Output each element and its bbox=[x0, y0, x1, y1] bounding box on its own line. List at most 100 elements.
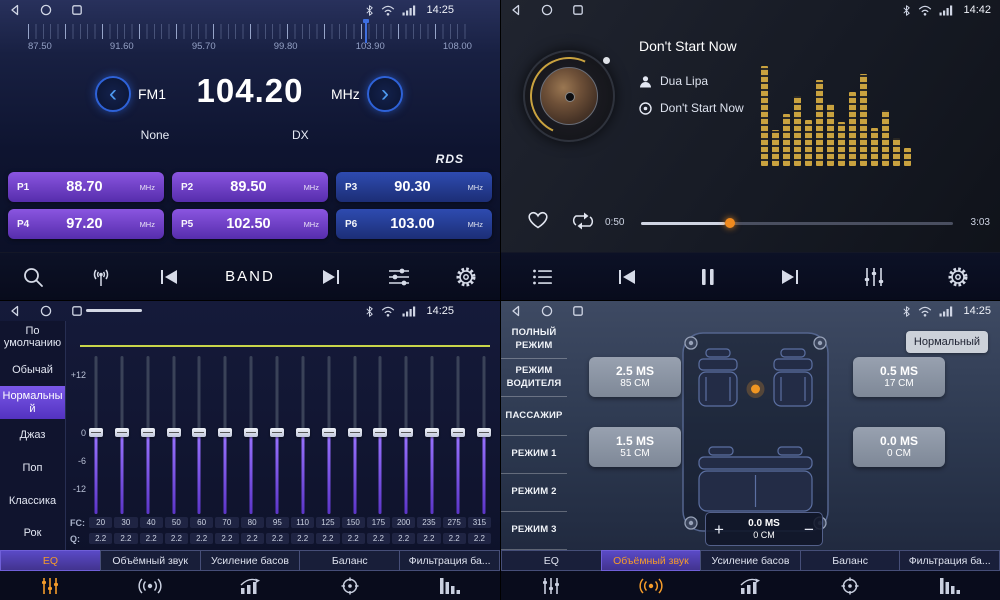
progress-knob[interactable] bbox=[725, 218, 735, 228]
tab-bass-boost[interactable]: Усиление басов bbox=[200, 550, 300, 571]
front-left-delay-button[interactable]: 2.5 MS 85 CM bbox=[589, 357, 681, 397]
eq-preset-item[interactable]: Классика bbox=[0, 485, 65, 518]
tab-eq-icon[interactable] bbox=[501, 571, 601, 600]
eq-preset-item[interactable]: Нормальный bbox=[0, 386, 65, 419]
slider-handle[interactable] bbox=[296, 428, 310, 437]
eq-band-slider[interactable] bbox=[398, 356, 414, 514]
playlist-icon[interactable] bbox=[532, 268, 554, 286]
tab-filter-icon[interactable] bbox=[400, 571, 500, 600]
eq-preset-item[interactable]: По умолчанию bbox=[0, 321, 65, 354]
tab-filter-icon[interactable] bbox=[900, 571, 1000, 600]
tab-balance-icon[interactable] bbox=[300, 571, 400, 600]
preset-p3-button[interactable]: P3 90.30 MHz bbox=[336, 172, 492, 202]
home-icon[interactable] bbox=[541, 305, 553, 317]
tab-filter[interactable]: Фильтрация ба... bbox=[899, 550, 1000, 571]
eq-band-slider[interactable] bbox=[191, 356, 207, 514]
preset-p5-button[interactable]: P5 102.50 MHz bbox=[172, 209, 328, 239]
pause-icon[interactable] bbox=[700, 268, 716, 286]
slider-handle[interactable] bbox=[244, 428, 258, 437]
settings-gear-icon[interactable] bbox=[947, 266, 969, 288]
eq-band-slider[interactable] bbox=[476, 356, 492, 514]
eq-band-slider[interactable] bbox=[88, 356, 104, 514]
eq-band-slider[interactable] bbox=[114, 356, 130, 514]
home-icon[interactable] bbox=[541, 4, 553, 16]
tab-surround-sound[interactable]: Объёмный звук bbox=[100, 550, 200, 571]
recents-icon[interactable] bbox=[572, 305, 584, 317]
slider-handle[interactable] bbox=[167, 428, 181, 437]
preset-p1-button[interactable]: P1 88.70 MHz bbox=[8, 172, 164, 202]
eq-band-slider[interactable] bbox=[424, 356, 440, 514]
scan-icon[interactable] bbox=[22, 266, 44, 288]
eq-band-slider[interactable] bbox=[140, 356, 156, 514]
back-icon[interactable] bbox=[510, 305, 522, 317]
front-right-delay-button[interactable]: 0.5 MS 17 CM bbox=[853, 357, 945, 397]
back-icon[interactable] bbox=[9, 305, 21, 317]
sound-mode-item[interactable]: ПАССАЖИР bbox=[501, 397, 567, 435]
repeat-icon[interactable] bbox=[571, 212, 595, 235]
eq-band-slider[interactable] bbox=[321, 356, 337, 514]
sound-mode-item[interactable]: РЕЖИМ 2 bbox=[501, 474, 567, 512]
tab-eq[interactable]: EQ bbox=[501, 550, 601, 571]
favorite-heart-icon[interactable] bbox=[527, 210, 549, 235]
slider-handle[interactable] bbox=[348, 428, 362, 437]
slider-handle[interactable] bbox=[322, 428, 336, 437]
back-icon[interactable] bbox=[510, 4, 522, 16]
tab-balance-icon[interactable] bbox=[800, 571, 900, 600]
recents-icon[interactable] bbox=[572, 4, 584, 16]
next-station-icon[interactable] bbox=[320, 268, 342, 286]
tab-filter[interactable]: Фильтрация ба... bbox=[399, 550, 500, 571]
slider-handle[interactable] bbox=[141, 428, 155, 437]
slider-handle[interactable] bbox=[373, 428, 387, 437]
eq-band-slider[interactable] bbox=[166, 356, 182, 514]
preset-p6-button[interactable]: P6 103.00 MHz bbox=[336, 209, 492, 239]
settings-gear-icon[interactable] bbox=[455, 266, 477, 288]
recents-icon[interactable] bbox=[71, 4, 83, 16]
eq-preset-item[interactable]: Рок bbox=[0, 517, 65, 550]
slider-handle[interactable] bbox=[425, 428, 439, 437]
tune-up-button[interactable]: › bbox=[367, 76, 403, 112]
tab-surround-sound[interactable]: Объёмный звук bbox=[601, 550, 701, 571]
tab-eq-icon[interactable] bbox=[0, 571, 100, 600]
tab-bass-boost-icon[interactable] bbox=[701, 571, 801, 600]
next-track-icon[interactable] bbox=[779, 268, 801, 286]
eq-preset-item[interactable]: Джаз bbox=[0, 419, 65, 452]
previous-station-icon[interactable] bbox=[158, 268, 180, 286]
field-preset-button[interactable]: Нормальный bbox=[906, 331, 988, 353]
audio-adjust-icon[interactable] bbox=[387, 267, 411, 287]
sound-mode-item[interactable]: ПОЛНЫЙ РЕЖИМ bbox=[501, 321, 567, 359]
slider-handle[interactable] bbox=[192, 428, 206, 437]
previous-track-icon[interactable] bbox=[616, 268, 638, 286]
slider-handle[interactable] bbox=[477, 428, 491, 437]
eq-band-slider[interactable] bbox=[295, 356, 311, 514]
slider-handle[interactable] bbox=[399, 428, 413, 437]
slider-handle[interactable] bbox=[451, 428, 465, 437]
home-icon[interactable] bbox=[40, 4, 52, 16]
slider-handle[interactable] bbox=[89, 428, 103, 437]
eq-band-slider[interactable] bbox=[217, 356, 233, 514]
broadcast-icon[interactable] bbox=[89, 266, 113, 288]
rear-right-delay-button[interactable]: 0.0 MS 0 CM bbox=[853, 427, 945, 467]
tab-eq[interactable]: EQ bbox=[0, 550, 100, 571]
tab-balance[interactable]: Баланс bbox=[299, 550, 399, 571]
tab-balance[interactable]: Баланс bbox=[800, 550, 900, 571]
eq-band-slider[interactable] bbox=[347, 356, 363, 514]
progress-bar[interactable] bbox=[641, 222, 953, 225]
decrease-delay-button[interactable]: − bbox=[796, 520, 822, 539]
tune-down-button[interactable]: ‹ bbox=[95, 76, 131, 112]
eq-band-slider[interactable] bbox=[243, 356, 259, 514]
eq-band-slider[interactable] bbox=[269, 356, 285, 514]
tab-bass-boost[interactable]: Усиление басов bbox=[700, 550, 800, 571]
tab-surround-sound-icon[interactable] bbox=[601, 571, 701, 600]
slider-handle[interactable] bbox=[218, 428, 232, 437]
sound-mode-item[interactable]: РЕЖИМ 3 bbox=[501, 512, 567, 550]
equalizer-sliders-icon[interactable] bbox=[863, 267, 885, 287]
eq-preset-item[interactable]: Обычай bbox=[0, 354, 65, 387]
tab-bass-boost-icon[interactable] bbox=[200, 571, 300, 600]
preset-p2-button[interactable]: P2 89.50 MHz bbox=[172, 172, 328, 202]
home-icon[interactable] bbox=[40, 305, 52, 317]
sound-mode-item[interactable]: РЕЖИМ ВОДИТЕЛЯ bbox=[501, 359, 567, 397]
frequency-scale[interactable]: 87.50 91.60 95.70 99.80 103.90 108.00 bbox=[28, 24, 472, 58]
band-button[interactable]: BAND bbox=[225, 268, 275, 285]
eq-band-slider[interactable] bbox=[450, 356, 466, 514]
eq-band-slider[interactable] bbox=[372, 356, 388, 514]
